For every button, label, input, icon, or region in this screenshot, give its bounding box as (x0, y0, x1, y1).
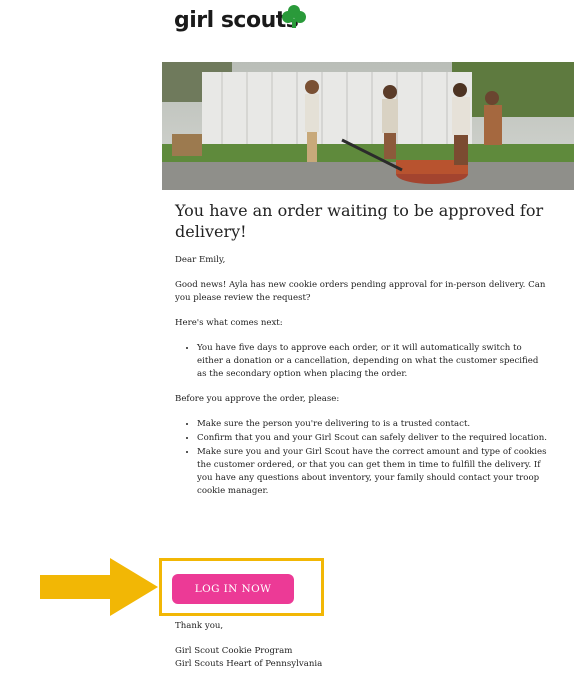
email-body: You have an order waiting to be approved… (175, 200, 550, 510)
greeting: Dear Emily, (175, 255, 226, 265)
list-item: Make sure you and your Girl Scout have t… (197, 446, 550, 498)
list-item: Confirm that you and your Girl Scout can… (197, 432, 550, 445)
list-item: You have five days to approve each order… (197, 342, 550, 381)
before-approve-list: Make sure the person you're delivering t… (175, 418, 550, 498)
logo-wordmark: girl scouts (174, 8, 299, 33)
next-steps-heading: Here's what comes next: (175, 318, 283, 328)
hero-image (162, 62, 574, 190)
next-steps-list: You have five days to approve each order… (175, 342, 550, 381)
signature-line: Girl Scouts Heart of Pennsylvania (175, 659, 323, 669)
intro-text: Good news! Ayla has new cookie orders pe… (175, 280, 546, 303)
girl-scouts-logo: girl scouts (174, 5, 306, 33)
trefoil-icon (282, 5, 306, 28)
email-title: You have an order waiting to be approved… (175, 201, 544, 241)
email-signoff: Thank you, Girl Scout Cookie Program Gir… (175, 620, 550, 671)
list-item: Make sure the person you're delivering t… (197, 418, 550, 431)
arrow-right-icon (40, 558, 158, 616)
before-approve-heading: Before you approve the order, please: (175, 394, 340, 404)
closing-text: Thank you, (175, 621, 224, 631)
log-in-now-button[interactable]: LOG IN NOW (172, 574, 294, 604)
signature-line: Girl Scout Cookie Program (175, 646, 293, 656)
